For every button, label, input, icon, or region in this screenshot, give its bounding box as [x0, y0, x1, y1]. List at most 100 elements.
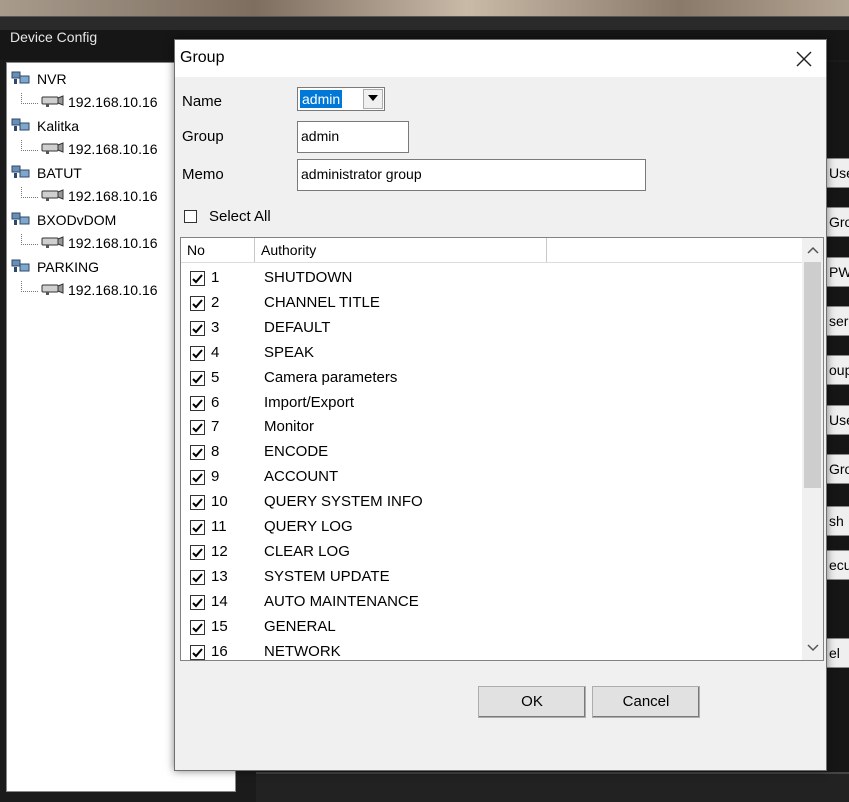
ok-button[interactable]: OK — [478, 686, 586, 718]
tree-group[interactable]: NVR — [11, 69, 67, 89]
authority-number: 16 — [211, 642, 228, 660]
list-header: No Authority — [181, 238, 802, 263]
authority-row[interactable]: 15 GENERAL — [181, 615, 801, 639]
select-all-checkbox[interactable] — [184, 210, 197, 223]
authority-row[interactable]: 12 CLEAR LOG — [181, 540, 801, 564]
tree-group[interactable]: PARKING — [11, 257, 99, 277]
vertical-scrollbar[interactable] — [802, 238, 823, 660]
dialog-title: Group — [180, 49, 225, 66]
authority-name: SPEAK — [264, 343, 315, 361]
chevron-down-icon[interactable] — [363, 89, 383, 109]
tree-device-item[interactable]: 192.168.10.16 — [21, 280, 158, 300]
video-preview-strip — [0, 0, 849, 16]
tree-device-item[interactable]: 192.168.10.16 — [21, 233, 158, 253]
side-button[interactable]: Grou — [826, 454, 849, 484]
tree-device-ip: 192.168.10.16 — [68, 282, 158, 298]
authority-number: 6 — [211, 393, 220, 411]
authority-checkbox[interactable] — [190, 295, 205, 311]
authority-row[interactable]: 7 Monitor — [181, 415, 801, 439]
authority-checkbox[interactable] — [190, 320, 205, 336]
authority-row[interactable]: 9 ACCOUNT — [181, 465, 801, 489]
authority-checkbox[interactable] — [190, 520, 205, 535]
authority-name: DEFAULT — [264, 318, 331, 336]
side-button[interactable]: ecu — [826, 550, 849, 580]
authority-checkbox[interactable] — [190, 470, 205, 486]
authority-row[interactable]: 5 Camera parameters — [181, 366, 801, 390]
side-button[interactable]: Use — [826, 158, 849, 188]
authority-row[interactable]: 13 SYSTEM UPDATE — [181, 565, 801, 589]
tree-group-label: Kalitka — [37, 118, 80, 134]
tree-group-label: BATUT — [37, 165, 82, 181]
group-field[interactable]: admin — [297, 121, 409, 153]
authority-row[interactable]: 2 CHANNEL TITLE — [181, 291, 801, 315]
authority-checkbox[interactable] — [190, 544, 205, 560]
authority-number: 12 — [211, 542, 228, 560]
authority-row[interactable]: 10 QUERY SYSTEM INFO — [181, 490, 801, 514]
name-label: Name — [182, 93, 223, 110]
authority-number: 2 — [211, 293, 220, 311]
side-button[interactable]: PW — [826, 257, 849, 287]
authority-number: 14 — [211, 592, 228, 610]
camera-icon — [38, 281, 64, 301]
authority-checkbox[interactable] — [190, 495, 205, 511]
side-button[interactable]: ser — [826, 306, 849, 336]
authority-name: GENERAL — [264, 617, 336, 635]
column-header-authority[interactable]: Authority — [255, 238, 547, 262]
authority-checkbox[interactable] — [190, 395, 205, 411]
authority-number: 13 — [211, 567, 228, 585]
dialog-titlebar: Group — [175, 40, 826, 77]
tree-device-item[interactable]: 192.168.10.16 — [21, 139, 158, 159]
authority-checkbox[interactable] — [190, 594, 205, 610]
select-all-label: Select All — [209, 208, 271, 225]
column-header-no[interactable]: No — [181, 238, 255, 262]
tree-connector — [21, 280, 38, 292]
tree-group-label: PARKING — [37, 259, 99, 275]
authority-number: 5 — [211, 368, 220, 386]
tree-connector — [21, 233, 38, 245]
close-icon[interactable] — [791, 46, 817, 72]
authority-row[interactable]: 1 SHUTDOWN — [181, 266, 801, 290]
authority-name: SHUTDOWN — [264, 269, 353, 286]
side-button[interactable]: Use — [826, 405, 849, 435]
memo-field[interactable]: administrator group — [297, 159, 646, 191]
tree-group[interactable]: Kalitka — [11, 116, 79, 136]
tree-connector — [21, 139, 38, 151]
side-button[interactable]: el — [826, 638, 849, 668]
authority-number: 9 — [211, 468, 220, 486]
authority-checkbox[interactable] — [190, 644, 205, 660]
authority-name: Import/Export — [264, 393, 355, 411]
device-group-icon — [11, 70, 31, 91]
authority-checkbox[interactable] — [190, 619, 205, 635]
cancel-button[interactable]: Cancel — [592, 686, 700, 718]
authority-checkbox[interactable] — [190, 569, 205, 585]
authority-checkbox[interactable] — [190, 445, 205, 461]
scroll-down-icon[interactable] — [807, 643, 819, 653]
authority-row[interactable]: 6 Import/Export — [181, 391, 801, 415]
side-button[interactable]: sh — [826, 506, 849, 536]
tree-group-label: BXODvDOM — [37, 212, 117, 228]
authority-number: 4 — [211, 343, 220, 361]
scroll-thumb[interactable] — [804, 262, 821, 488]
tree-group[interactable]: BXODvDOM — [11, 210, 116, 230]
tree-device-item[interactable]: 192.168.10.16 — [21, 186, 158, 206]
tree-device-item[interactable]: 192.168.10.16 — [21, 92, 158, 112]
side-button[interactable]: oup — [826, 355, 849, 385]
authority-checkbox[interactable] — [190, 420, 205, 436]
device-group-icon — [11, 117, 31, 138]
authority-row[interactable]: 11 QUERY LOG — [181, 515, 801, 539]
authority-checkbox[interactable] — [190, 370, 205, 386]
authority-row[interactable]: 14 AUTO MAINTENANCE — [181, 590, 801, 614]
authority-row[interactable]: 4 SPEAK — [181, 341, 801, 365]
authority-row[interactable]: 3 DEFAULT — [181, 316, 801, 340]
authority-checkbox[interactable] — [190, 345, 205, 361]
authority-row[interactable]: 8 ENCODE — [181, 440, 801, 464]
side-button[interactable]: Grou — [826, 207, 849, 237]
tree-group[interactable]: BATUT — [11, 163, 82, 183]
authority-number: 10 — [211, 493, 228, 511]
authority-row[interactable]: 16 NETWORK — [181, 640, 801, 661]
camera-icon — [38, 187, 64, 207]
tree-device-ip: 192.168.10.16 — [68, 94, 158, 110]
name-select[interactable]: admin — [297, 87, 385, 111]
scroll-up-icon[interactable] — [807, 245, 819, 255]
authority-checkbox[interactable] — [190, 271, 205, 286]
